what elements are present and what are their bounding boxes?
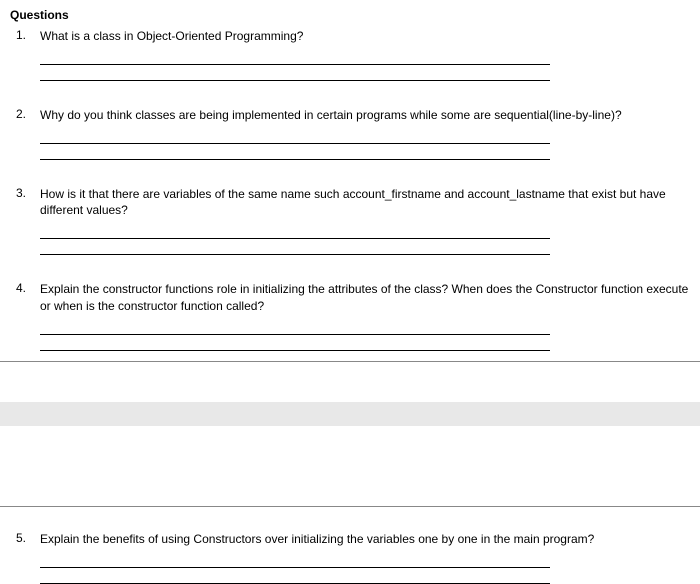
answer-line[interactable] (40, 554, 550, 568)
document-content-2: 5. Explain the benefits of using Constru… (0, 507, 700, 584)
answer-lines (30, 130, 690, 160)
question-text: How is it that there are variables of th… (30, 186, 690, 220)
question-item: 1. What is a class in Object-Oriented Pr… (30, 28, 690, 81)
section-divider (0, 361, 700, 362)
questions-list: 1. What is a class in Object-Oriented Pr… (30, 28, 690, 351)
question-text: Explain the constructor functions role i… (30, 281, 690, 315)
answer-lines (30, 554, 690, 584)
answer-lines (30, 51, 690, 81)
answer-line[interactable] (40, 130, 550, 144)
question-text: Explain the benefits of using Constructo… (30, 531, 690, 548)
answer-lines (30, 225, 690, 255)
questions-heading: Questions (10, 8, 690, 22)
question-item: 4. Explain the constructor functions rol… (30, 281, 690, 351)
questions-list-2: 5. Explain the benefits of using Constru… (30, 531, 690, 584)
question-number: 3. (16, 186, 26, 200)
question-item: 3. How is it that there are variables of… (30, 186, 690, 256)
question-number: 2. (16, 107, 26, 121)
question-text: Why do you think classes are being imple… (30, 107, 690, 124)
answer-lines (30, 321, 690, 351)
question-number: 4. (16, 281, 26, 295)
answer-line[interactable] (40, 51, 550, 65)
question-item: 5. Explain the benefits of using Constru… (30, 531, 690, 584)
answer-line[interactable] (40, 146, 550, 160)
question-text: What is a class in Object-Oriented Progr… (30, 28, 690, 45)
answer-line[interactable] (40, 321, 550, 335)
answer-line[interactable] (40, 570, 550, 584)
question-number: 5. (16, 531, 26, 545)
answer-line[interactable] (40, 67, 550, 81)
gray-band (0, 402, 700, 426)
answer-line[interactable] (40, 337, 550, 351)
answer-line[interactable] (40, 225, 550, 239)
question-number: 1. (16, 28, 26, 42)
document-content: Questions 1. What is a class in Object-O… (0, 0, 700, 351)
question-item: 2. Why do you think classes are being im… (30, 107, 690, 160)
answer-line[interactable] (40, 241, 550, 255)
